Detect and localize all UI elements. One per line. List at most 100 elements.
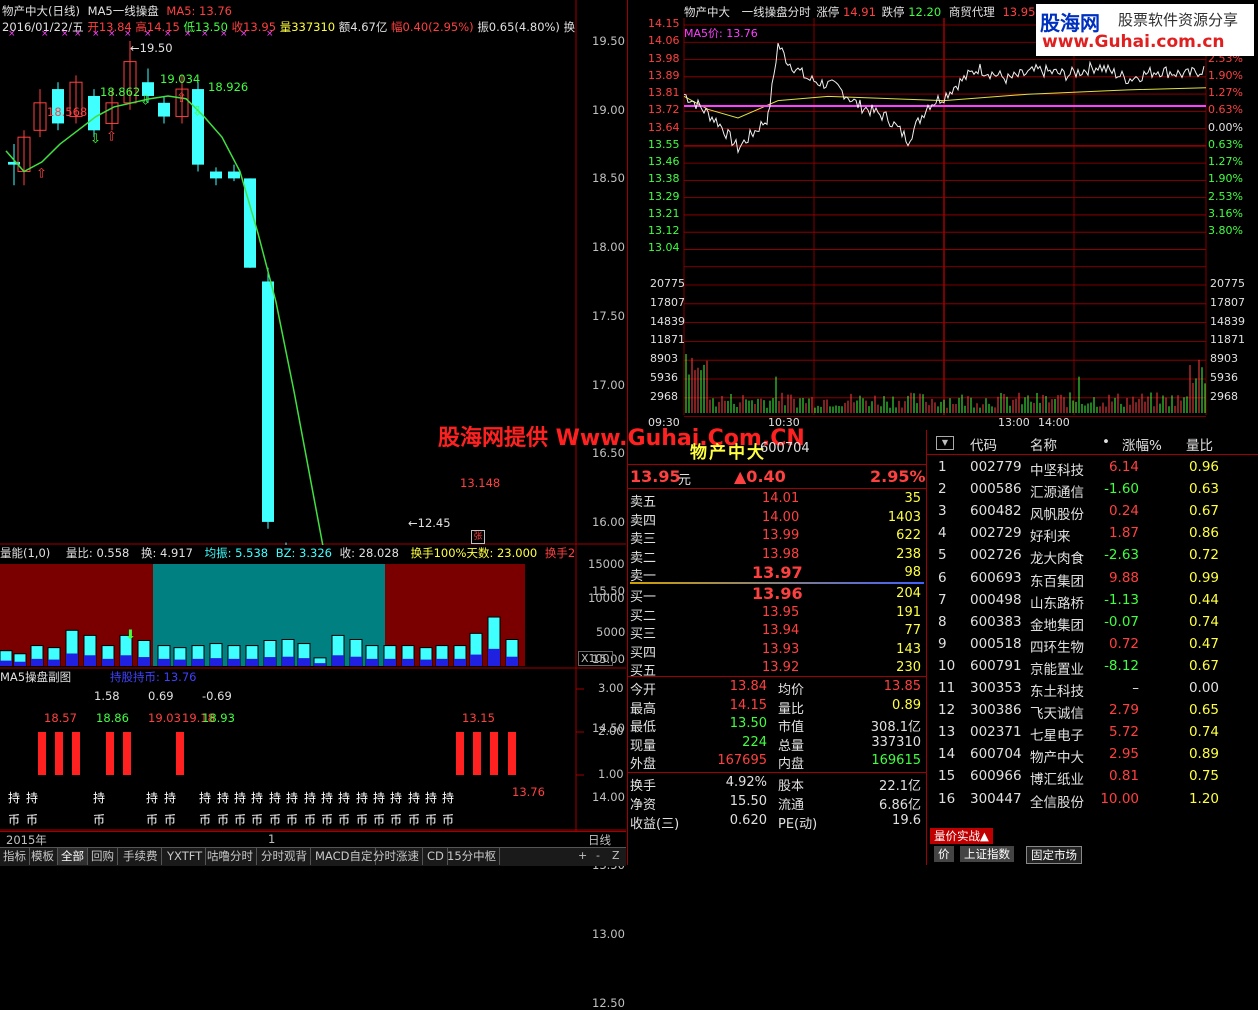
coin-char: 币: [26, 813, 39, 827]
stock-n: 8: [938, 613, 947, 630]
vol-axis-15000: 15000: [588, 557, 625, 571]
sub-panel[interactable]: MA5操盘副图 持股持币: 13.76 1.58 0.69 -0.69 18.5…: [0, 669, 626, 831]
ask-label: 卖五: [630, 495, 657, 510]
stock-list-panel[interactable]: ▼ 代码 名称 • 涨幅% 量比 1 002779 中坚科技 6.14 0.96 2 000…: [926, 430, 1258, 865]
tab-8[interactable]: MACD自定: [312, 848, 377, 865]
stock-name: 山东路桥: [1030, 595, 1084, 612]
day-mark: ×: [41, 29, 49, 39]
volume-bar-inner: [66, 653, 78, 666]
svg-text:⬇: ⬇: [125, 628, 136, 643]
stock-list-row[interactable]: 5 002726 龙大肉食 -2.63 0.72: [926, 544, 1251, 567]
quote-price: 13.95: [630, 467, 681, 486]
bid-price: 13.96: [752, 584, 803, 603]
stock-list-row[interactable]: 13 002371 七星电子 5.72 0.74: [926, 721, 1251, 745]
sub-chart[interactable]: [0, 669, 626, 831]
coin-char: 币: [373, 813, 386, 827]
hold-char: 持: [373, 791, 386, 805]
stock-list-row[interactable]: 9 000518 四环生物 0.72 0.47: [926, 633, 1251, 656]
ask-row[interactable]: 卖四 14.00 1403: [628, 509, 925, 529]
bid-volume: 204: [896, 586, 921, 601]
col-name[interactable]: 名称: [1030, 434, 1057, 454]
kline-panel[interactable]: 物产中大(日线) MA5一线操盘 MA5: 13.76 2016/01/22/五…: [0, 0, 805, 1010]
stat-v2: 6.86亿: [879, 798, 921, 813]
stock-code: 002729: [970, 525, 1022, 542]
logo-slogan: 股票软件资源分享: [1118, 11, 1239, 29]
stock-vr: 0.67: [1188, 657, 1219, 674]
tab-3[interactable]: 回购: [88, 848, 118, 865]
stock-code: 600704: [970, 746, 1022, 763]
tab-4[interactable]: 手续费: [120, 848, 162, 865]
signal-bar: [456, 732, 464, 775]
volume-bar-inner: [14, 661, 26, 666]
stock-pct: -8.12: [1104, 657, 1139, 674]
period-label[interactable]: 日线: [588, 832, 611, 848]
col-pct[interactable]: 涨幅%: [1122, 434, 1162, 454]
tab-sh-index[interactable]: 上证指数: [960, 846, 1014, 862]
stock-pct: 10.00: [1100, 790, 1139, 807]
stock-list-row[interactable]: 15 600966 博汇纸业 0.81 0.75: [926, 765, 1251, 788]
stock-list-row[interactable]: 1 002779 中坚科技 6.14 0.96: [926, 456, 1251, 479]
stock-list-row[interactable]: 8 600383 金地集团 -0.07 0.74: [926, 611, 1251, 634]
stock-list-row[interactable]: 16 300447 全信股份 10.00 1.20: [926, 788, 1251, 811]
tab-5[interactable]: YXTFT: [164, 848, 207, 865]
bid-row[interactable]: 买四 13.93 143: [628, 641, 925, 661]
tab-7[interactable]: 分时观背: [258, 848, 311, 865]
stock-list-row[interactable]: 3 600482 风帆股份 0.24 0.67: [926, 500, 1251, 523]
col-vr[interactable]: 量比: [1186, 434, 1213, 454]
quote-panel: 物产中大 600704 13.95 元 ▲0.40 2.95% 卖五 14.01 3…: [627, 430, 927, 865]
coin-char: 币: [356, 813, 369, 827]
stock-pct: 2.79: [1108, 702, 1139, 719]
bid-row[interactable]: 买三 13.94 77: [628, 622, 925, 642]
stock-list-row[interactable]: 14 600704 物产中大 2.95 0.89: [926, 743, 1251, 766]
stock-list-row[interactable]: 11 300353 东土科技 – 0.00: [926, 677, 1251, 700]
left-axis-tick: 13.64: [648, 120, 680, 134]
bid-row[interactable]: 买一 13.96 204: [628, 584, 925, 605]
volume-bar-inner: [228, 658, 240, 666]
volume-panel[interactable]: 量能(1,0) 量比: 0.558 换: 4.917 均振: 5.538 BZ:…: [0, 545, 626, 669]
bid-row[interactable]: 买二 13.95 191: [628, 604, 925, 624]
stock-n: 13: [938, 724, 956, 741]
stock-pct: 2.95: [1108, 746, 1139, 763]
col-code[interactable]: 代码: [970, 434, 997, 454]
tab-2[interactable]: 全部: [58, 848, 88, 865]
stock-n: 4: [938, 525, 947, 542]
ask-row[interactable]: 卖五 14.01 35: [628, 490, 925, 510]
tab-0[interactable]: 指标: [0, 848, 30, 865]
tab-11[interactable]: 15分中枢: [444, 848, 501, 865]
bid-price: 13.92: [762, 660, 800, 676]
scroll-minus-button[interactable]: -: [596, 849, 600, 862]
tab-fixed-market[interactable]: 固定市场: [1026, 846, 1082, 864]
tab-volume-price[interactable]: 量价实战▲: [930, 828, 993, 844]
volume-chart[interactable]: ⬇: [0, 545, 626, 669]
stock-list-row[interactable]: 10 600791 京能置业 -8.12 0.67: [926, 655, 1251, 678]
zoom-button[interactable]: Z: [612, 849, 620, 862]
logo-url: www.Guhai.com.cn: [1042, 32, 1225, 52]
ask-row[interactable]: 卖三 13.99 622: [628, 527, 925, 547]
ask-price: 13.98: [762, 546, 800, 562]
stock-list-row[interactable]: 12 300386 飞天诚信 2.79 0.65: [926, 699, 1251, 722]
volume-bar-inner: [282, 656, 294, 666]
sub-signal-bars: [38, 732, 516, 775]
intraday-panel[interactable]: 物产中大 一线操盘分时 涨停 14.91 跌停 12.20 商贸代理 13.95…: [627, 0, 1258, 430]
intraday-chart[interactable]: [628, 0, 1258, 430]
ask-row[interactable]: 卖二 13.98 238: [628, 546, 925, 566]
stock-list-row[interactable]: 2 000586 汇源通信 -1.60 0.63: [926, 478, 1251, 501]
ask-price: 13.99: [762, 528, 800, 544]
stock-vr: 0.65: [1188, 702, 1219, 719]
stat-v: 15.50: [729, 794, 767, 809]
tab-1[interactable]: 模板: [28, 848, 58, 865]
scroll-plus-button[interactable]: +: [578, 849, 587, 862]
stock-list-row[interactable]: 4 002729 好利来 1.87 0.86: [926, 522, 1251, 545]
stock-name: 七星电子: [1030, 728, 1084, 745]
kline-chart[interactable]: ⇧⇩⇧⇩⇧⇩⇧××××××××××××××: [0, 0, 626, 545]
stat-l: 净资: [630, 798, 657, 813]
tab-9[interactable]: 分时涨速: [370, 848, 423, 865]
tab-price[interactable]: 价: [934, 846, 954, 862]
tab-6[interactable]: 咕噜分时: [204, 848, 257, 865]
ask-row[interactable]: 卖一 13.97 98: [628, 563, 925, 584]
stock-list-row[interactable]: 7 000498 山东路桥 -1.13 0.44: [926, 589, 1251, 612]
ask-volume: 238: [896, 546, 921, 562]
stock-list-row[interactable]: 6 600693 东百集团 9.88 0.99: [926, 567, 1251, 590]
list-dropdown-button[interactable]: ▼: [936, 436, 954, 450]
right-axis-tick: 0.63%: [1208, 137, 1243, 151]
